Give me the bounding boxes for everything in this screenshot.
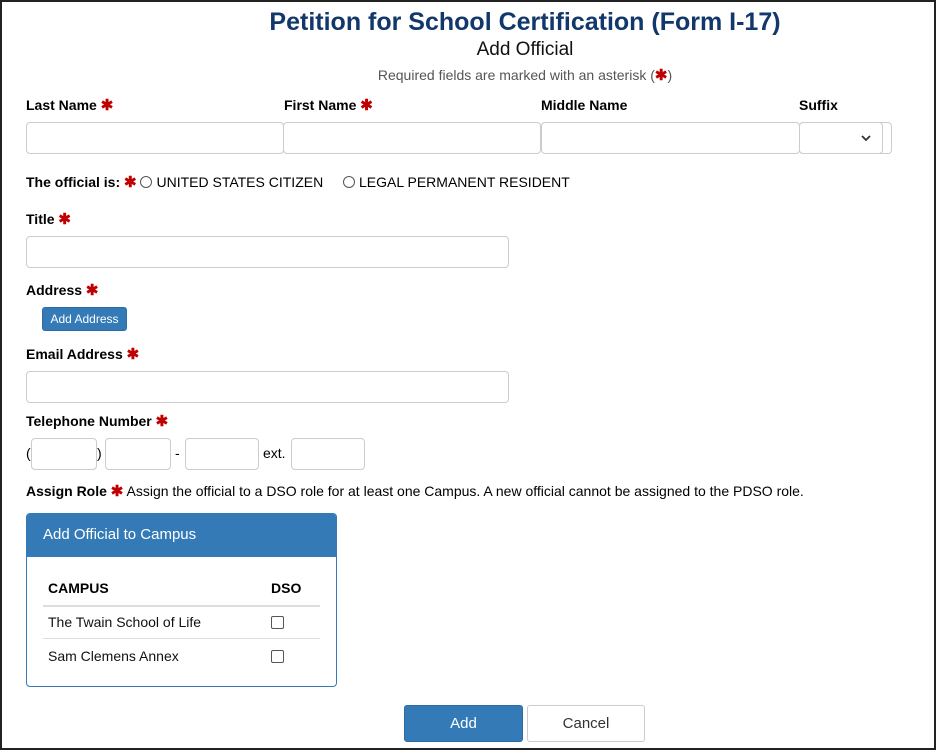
page-title: Petition for School Certification (Form …	[269, 8, 781, 36]
radio-us-citizen[interactable]	[140, 176, 153, 188]
phone-ext-input[interactable]	[291, 438, 365, 470]
email-label-text: Email Address	[26, 346, 123, 362]
assign-role-description: Assign the official to a DSO role for at…	[126, 483, 804, 499]
suffix-label: Suffix	[799, 97, 838, 113]
campus-name: Sam Clemens Annex	[48, 648, 179, 664]
last-name-input[interactable]	[26, 122, 284, 154]
email-label: Email Address ✱	[26, 346, 139, 362]
middle-name-input[interactable]	[541, 122, 800, 154]
phone-prefix-input[interactable]	[105, 438, 171, 470]
phone-ext-label: ext.	[263, 445, 286, 461]
dso-checkbox[interactable]	[271, 616, 284, 629]
dso-checkbox[interactable]	[271, 650, 284, 663]
title-label: Title ✱	[26, 211, 71, 227]
asterisk-icon: ✱	[155, 413, 169, 430]
address-label-text: Address	[26, 282, 83, 298]
official-status-row: The official is: ✱ UNITED STATES CITIZEN…	[26, 174, 570, 190]
suffix-select[interactable]	[799, 122, 883, 154]
assign-role-label: Assign Role	[26, 483, 107, 499]
add-button[interactable]: Add	[404, 705, 523, 742]
official-status-label: The official is:	[26, 174, 121, 190]
column-header-campus: CAMPUS	[48, 580, 109, 596]
asterisk-icon: ✱	[58, 211, 71, 228]
title-input[interactable]	[26, 236, 509, 268]
phone-dash: -	[175, 445, 180, 461]
telephone-label-text: Telephone Number	[26, 413, 152, 429]
last-name-label: Last Name ✱	[26, 97, 113, 113]
phone-line-input[interactable]	[185, 438, 259, 470]
first-name-label: First Name ✱	[284, 97, 373, 113]
title-label-text: Title	[26, 211, 55, 227]
cancel-button[interactable]: Cancel	[527, 705, 645, 742]
required-note: Required fields are marked with an aster…	[0, 67, 936, 83]
row-divider	[43, 638, 320, 639]
asterisk-icon: ✱	[654, 67, 668, 84]
page-subtitle: Add Official	[476, 39, 574, 60]
table-header-divider	[43, 605, 320, 607]
asterisk-icon: ✱	[126, 346, 140, 363]
radio-permanent-resident-label[interactable]: LEGAL PERMANENT RESIDENT	[359, 174, 570, 190]
chevron-down-icon	[861, 135, 871, 142]
campus-name: The Twain School of Life	[48, 614, 202, 630]
last-name-label-text: Last Name	[26, 97, 97, 113]
first-name-label-text: First Name	[284, 97, 357, 113]
address-label: Address ✱	[26, 282, 99, 298]
phone-area-code-input[interactable]	[31, 438, 97, 470]
campus-panel: Add Official to Campus CAMPUS DSO The Tw…	[26, 513, 337, 687]
asterisk-icon: ✱	[100, 97, 114, 114]
phone-close-paren: )	[97, 445, 102, 461]
asterisk-icon: ✱	[124, 174, 137, 191]
email-input[interactable]	[26, 371, 509, 403]
campus-panel-title: Add Official to Campus	[27, 514, 336, 557]
first-name-input[interactable]	[283, 122, 541, 154]
column-header-dso: DSO	[271, 580, 302, 596]
required-note-suffix: )	[667, 67, 673, 83]
telephone-label: Telephone Number ✱	[26, 413, 168, 429]
assign-role-row: Assign Role ✱ Assign the official to a D…	[26, 483, 804, 499]
middle-name-label: Middle Name	[541, 97, 628, 113]
asterisk-icon: ✱	[85, 282, 99, 299]
phone-open-paren: (	[26, 445, 31, 461]
radio-us-citizen-label[interactable]: UNITED STATES CITIZEN	[156, 174, 323, 190]
asterisk-icon: ✱	[360, 97, 373, 114]
asterisk-icon: ✱	[110, 483, 124, 500]
radio-permanent-resident[interactable]	[342, 176, 355, 188]
required-note-prefix: Required fields are marked with an aster…	[377, 67, 655, 83]
add-address-button[interactable]: Add Address	[42, 307, 127, 331]
suffix-select-wrapper	[799, 122, 892, 154]
